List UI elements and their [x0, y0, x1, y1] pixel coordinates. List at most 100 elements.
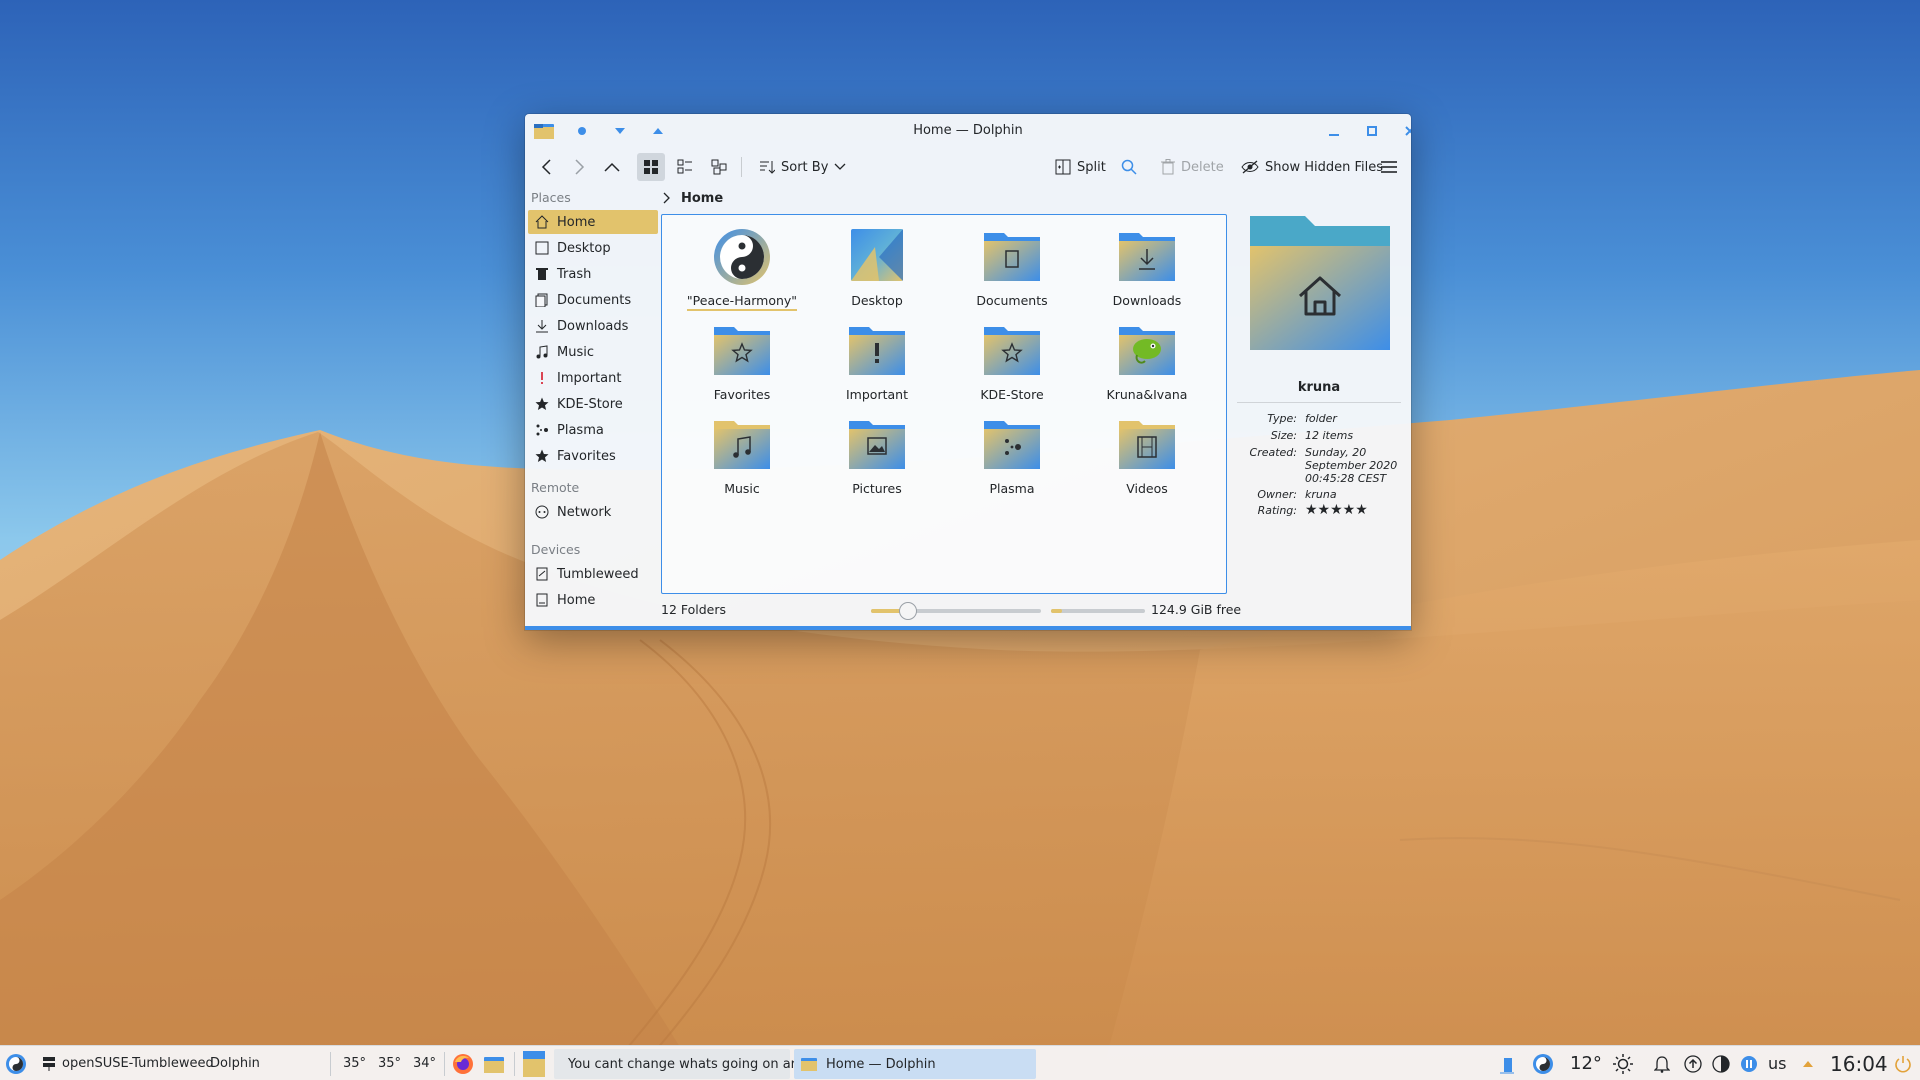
sidebar-item-home[interactable]: Home [528, 210, 658, 234]
updates-button[interactable] [1684, 1046, 1702, 1080]
cpu-temp-2[interactable]: 35° [378, 1046, 401, 1080]
close-button[interactable] [1397, 120, 1411, 142]
keyboard-layout-label: us [1768, 1054, 1787, 1073]
opensuse-tray-button[interactable] [1532, 1046, 1554, 1080]
app-name-label: Dolphin [210, 1056, 260, 1071]
plasma-icon [534, 422, 550, 438]
folder-count: 12 Folders [661, 602, 727, 617]
cpu-temp-3[interactable]: 34° [413, 1046, 436, 1080]
icons-view-icon [644, 160, 658, 174]
music-icon [534, 344, 550, 360]
downloads-folder-icon [1115, 227, 1179, 287]
sidebar-item-label: Network [557, 504, 612, 520]
sidebar-item-trash[interactable]: Trash [528, 262, 658, 286]
file-label: KDE-Store [980, 387, 1044, 402]
up-button[interactable] [597, 153, 627, 181]
hamburger-menu-button[interactable] [1375, 153, 1403, 181]
back-button[interactable] [533, 153, 561, 181]
sidebar-item-label: Music [557, 344, 594, 360]
sidebar-item-plasma[interactable]: Plasma [528, 418, 658, 442]
sidebar-item-home-device[interactable]: Home [528, 588, 658, 612]
file-item[interactable]: Kruna&Ivana [1083, 321, 1211, 411]
titlebar[interactable]: Home — Dolphin [525, 114, 1411, 148]
file-item[interactable]: Music [678, 415, 806, 505]
shutdown-button[interactable] [1894, 1046, 1912, 1080]
file-item[interactable]: "Peace-Harmony" [678, 227, 806, 317]
launcher-icon [6, 1053, 26, 1074]
media-player-button[interactable] [1740, 1046, 1758, 1080]
file-item[interactable]: Documents [948, 227, 1076, 317]
sidebar-item-label: Downloads [557, 318, 629, 334]
sidebar-item-network[interactable]: Network [528, 500, 658, 524]
chameleon-folder-icon [1115, 321, 1179, 381]
sort-by-button[interactable]: Sort By [753, 153, 852, 181]
file-item[interactable]: Favorites [678, 321, 806, 411]
search-button[interactable] [1115, 153, 1143, 181]
desktop-icon [534, 240, 550, 256]
compact-view-button[interactable] [671, 153, 699, 181]
dolphin-launcher[interactable] [483, 1046, 505, 1080]
maximize-button[interactable] [1359, 120, 1385, 142]
sidebar-item-downloads[interactable]: Downloads [528, 314, 658, 338]
global-menu[interactable]: openSUSE-Tumbleweed [42, 1046, 214, 1080]
file-item[interactable]: Desktop [813, 227, 941, 317]
task-dolphin[interactable]: Home — Dolphin [794, 1049, 1036, 1079]
sidebar-item-kde-store[interactable]: KDE-Store [528, 392, 658, 416]
arrow-up-circle-icon [1684, 1054, 1702, 1073]
sidebar-item-music[interactable]: Music [528, 340, 658, 364]
delete-button[interactable]: Delete [1155, 153, 1230, 181]
sidebar-item-tumbleweed[interactable]: Tumbleweed [528, 562, 658, 586]
drive-icon [534, 566, 550, 582]
sidebar-item-desktop[interactable]: Desktop [528, 236, 658, 260]
favorites-folder-icon [710, 321, 774, 381]
cpu-temp-1[interactable]: 35° [343, 1046, 366, 1080]
breadcrumb-current[interactable]: Home [681, 191, 723, 206]
file-item[interactable]: KDE-Store [948, 321, 1076, 411]
show-hidden-files-button[interactable]: Show Hidden Files [1235, 153, 1389, 181]
weather-button[interactable] [1612, 1046, 1634, 1080]
weather-temperature[interactable]: 12° [1570, 1046, 1602, 1080]
breadcrumb[interactable]: Home [661, 186, 723, 210]
icons-view-button[interactable] [637, 153, 665, 181]
forward-arrow-icon [575, 159, 585, 175]
zoom-slider[interactable] [871, 602, 1041, 620]
devices-section-title: Devices [531, 542, 581, 557]
rating-stars[interactable]: ★★★★★ [1305, 503, 1401, 517]
minimize-button[interactable] [1321, 120, 1347, 142]
firefox-launcher[interactable] [452, 1046, 474, 1080]
music-folder-icon [710, 415, 774, 475]
file-label: Pictures [852, 481, 902, 496]
toolbar-separator [741, 157, 742, 177]
details-view-button[interactable] [705, 153, 733, 181]
file-item[interactable]: Pictures [813, 415, 941, 505]
forward-button[interactable] [565, 153, 593, 181]
firefox-icon [453, 1053, 473, 1074]
split-button[interactable]: Split [1049, 153, 1112, 181]
sidebar-item-documents[interactable]: Documents [528, 288, 658, 312]
notifications-button[interactable] [1654, 1046, 1670, 1080]
split-view-icon [1055, 159, 1071, 175]
file-item[interactable]: Plasma [948, 415, 1076, 505]
pager-widget[interactable] [1500, 1046, 1514, 1080]
sun-icon [1613, 1053, 1633, 1074]
desktop-folder-icon [845, 227, 909, 287]
file-item[interactable]: Videos [1083, 415, 1211, 505]
zoom-slider-handle[interactable] [899, 602, 918, 620]
night-color-button[interactable] [1712, 1046, 1730, 1080]
file-item[interactable]: Downloads [1083, 227, 1211, 317]
sidebar-item-favorites[interactable]: Favorites [528, 444, 658, 468]
file-view[interactable]: "Peace-Harmony" Desktop Documents Downlo… [661, 214, 1227, 594]
keyboard-layout-button[interactable]: us [1768, 1046, 1786, 1080]
digital-clock[interactable]: 16:04 [1830, 1046, 1888, 1080]
system-tray-expander[interactable] [1802, 1046, 1814, 1080]
active-app-name[interactable]: Dolphin [210, 1046, 260, 1080]
documents-icon [534, 292, 550, 308]
clock-label: 16:04 [1830, 1051, 1888, 1076]
task-firefox[interactable]: You cant change whats going on ar... [554, 1049, 807, 1079]
taskbar-separator [514, 1052, 515, 1076]
sidebar-item-important[interactable]: Important [528, 366, 658, 390]
application-launcher-button[interactable] [4, 1046, 28, 1080]
remote-section-title: Remote [531, 480, 580, 495]
show-desktop-button[interactable] [522, 1046, 546, 1080]
file-item[interactable]: Important [813, 321, 941, 411]
